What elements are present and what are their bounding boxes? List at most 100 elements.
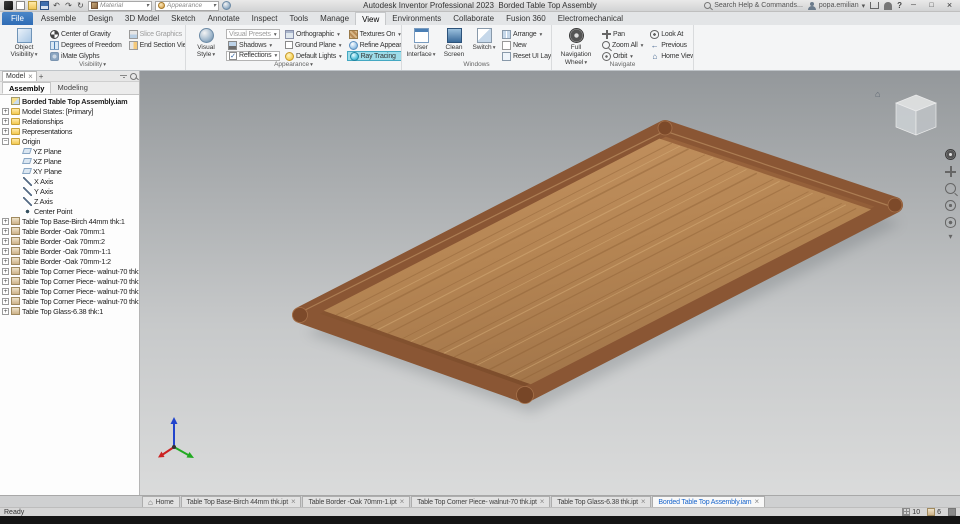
tree-expander[interactable]: +	[2, 277, 9, 285]
ribbon-tab-manage[interactable]: Manage	[314, 12, 355, 25]
look-at-button[interactable]: Look At	[648, 29, 693, 39]
help-search[interactable]: Search Help & Commands...	[704, 2, 803, 9]
minimize-button[interactable]	[907, 1, 920, 11]
ribbon-tab-environments[interactable]: Environments	[386, 12, 447, 25]
tree-expander[interactable]: +	[2, 237, 9, 245]
ribbon-tab-3d-model[interactable]: 3D Model	[119, 12, 165, 25]
ribbon-tab-view[interactable]: View	[355, 12, 387, 25]
shadows-button[interactable]: Shadows	[226, 40, 280, 50]
tree-node[interactable]: + Table Top Corner Piece- walnut-70 thk:1	[0, 266, 139, 276]
doc-tab-table-border-oak-70mm-1-ipt[interactable]: Table Border -Oak 70mm-1.ipt ×	[302, 496, 411, 507]
orbit-icon[interactable]	[945, 200, 956, 211]
arrange-button[interactable]: Arrange	[500, 29, 551, 39]
new-window-button[interactable]: New	[500, 40, 551, 50]
tree-node[interactable]: + Table Top Corner Piece- walnut-70 thk:4	[0, 296, 139, 306]
tree-node[interactable]: + Table Border -Oak 70mm-1:2	[0, 256, 139, 266]
tree-node[interactable]: Y Axis	[0, 186, 139, 196]
add-browser-tab-button[interactable]	[39, 72, 44, 81]
full-navigation-wheel-icon[interactable]	[945, 149, 956, 160]
tree-node[interactable]: XZ Plane	[0, 156, 139, 166]
doc-tab-table-top-corner-piece-walnut-70-thk-ipt[interactable]: Table Top Corner Piece- walnut-70 thk.ip…	[411, 496, 551, 507]
help-icon[interactable]	[897, 1, 902, 10]
filter-icon[interactable]	[120, 72, 127, 80]
tree-node[interactable]: Z Axis	[0, 196, 139, 206]
tree-node[interactable]: X Axis	[0, 176, 139, 186]
refine-appearance-button[interactable]: Refine Appearance	[347, 40, 401, 50]
previous-view-button[interactable]: Previous	[648, 40, 693, 50]
textures-on-button[interactable]: Textures On	[347, 29, 401, 39]
ribbon-tab-sketch[interactable]: Sketch	[165, 12, 201, 25]
tree-node[interactable]: + Table Border -Oak 70mm:1	[0, 226, 139, 236]
close-icon[interactable]: ×	[754, 498, 759, 506]
tab-assembly[interactable]: Assembly	[2, 82, 52, 94]
pan-button[interactable]: Pan	[600, 29, 645, 39]
material-combo[interactable]: Material	[88, 0, 152, 11]
zoom-icon[interactable]	[945, 183, 956, 194]
close-icon[interactable]: ×	[400, 498, 405, 506]
tree-expander[interactable]: +	[2, 107, 9, 115]
ribbon-tab-inspect[interactable]: Inspect	[246, 12, 284, 25]
panel-label-visibility[interactable]: Visibility	[0, 60, 185, 70]
visual-style-button[interactable]: Visual Style	[189, 27, 223, 61]
pan-icon[interactable]	[945, 166, 956, 177]
look-at-icon[interactable]	[945, 217, 956, 228]
close-icon[interactable]	[28, 72, 33, 81]
close-button[interactable]	[943, 1, 956, 11]
viewcube-home-icon[interactable]	[875, 89, 880, 99]
ground-plane-checkbox[interactable]	[285, 41, 293, 49]
reflections-checkbox[interactable]	[229, 51, 237, 60]
ribbon-tab-electromechanical[interactable]: Electromechanical	[552, 12, 629, 25]
tree-node[interactable]: YZ Plane	[0, 146, 139, 156]
new-file-icon[interactable]	[16, 1, 25, 10]
notification-icon[interactable]	[884, 1, 893, 10]
tree-expander[interactable]: +	[2, 227, 9, 235]
close-icon[interactable]: ×	[291, 498, 296, 506]
viewcube[interactable]	[888, 89, 944, 147]
search-icon[interactable]	[130, 72, 137, 80]
tree-expander[interactable]: −	[2, 137, 9, 145]
tree-node[interactable]: + Table Border -Oak 70mm:2	[0, 236, 139, 246]
viewport-3d[interactable]	[140, 71, 960, 495]
degrees-of-freedom-button[interactable]: Degrees of Freedom	[48, 40, 124, 50]
doc-tab-table-top-glass-6-38-thk-ipt[interactable]: Table Top Glass-6.38 thk.ipt ×	[551, 496, 652, 507]
tree-node[interactable]: − Origin	[0, 136, 139, 146]
visual-presets-combo[interactable]: Visual Presets	[226, 29, 280, 40]
clean-screen-button[interactable]: Clean Screen	[440, 27, 468, 61]
undo-icon[interactable]	[52, 1, 61, 10]
zoom-all-button[interactable]: Zoom All	[600, 40, 645, 50]
tree-expander[interactable]: +	[2, 267, 9, 275]
orthographic-button[interactable]: Orthographic	[283, 29, 344, 39]
store-icon[interactable]	[870, 2, 880, 9]
ribbon-tab-collaborate[interactable]: Collaborate	[447, 12, 500, 25]
ground-plane-toggle[interactable]: Ground Plane	[283, 40, 344, 50]
doc-tab-home[interactable]: ⌂ Home	[142, 496, 180, 507]
center-of-gravity-button[interactable]: Center of Gravity	[48, 29, 124, 39]
viewcube-cube[interactable]	[888, 89, 944, 147]
end-section-view-button[interactable]: End Section View	[127, 40, 185, 50]
slice-graphics-button[interactable]: Slice Graphics	[127, 29, 185, 39]
doc-tab-table-top-base-birch-44mm-thk-ipt[interactable]: Table Top Base-Birch 44mm thk.ipt ×	[180, 496, 302, 507]
open-file-icon[interactable]	[28, 1, 37, 10]
adjust-appearance-icon[interactable]	[222, 1, 231, 10]
tree-node[interactable]: + Relationships	[0, 116, 139, 126]
switch-button[interactable]: Switch	[471, 27, 497, 61]
ribbon-tab-tools[interactable]: Tools	[283, 12, 314, 25]
tree-expander[interactable]: +	[2, 247, 9, 255]
redo-icon[interactable]	[64, 1, 73, 10]
close-icon[interactable]: ×	[641, 498, 646, 506]
tree-node[interactable]: XY Plane	[0, 166, 139, 176]
ribbon-tab-fusion-360[interactable]: Fusion 360	[500, 12, 552, 25]
panel-label-navigate[interactable]: Navigate	[552, 60, 693, 70]
tab-modeling[interactable]: Modeling	[51, 82, 93, 94]
account-menu[interactable]: popa.emilian	[807, 1, 865, 10]
app-logo-icon[interactable]	[4, 1, 13, 10]
ribbon-tab-assemble[interactable]: Assemble	[35, 12, 82, 25]
user-interface-button[interactable]: User Interface	[405, 27, 437, 61]
tree-expander[interactable]: +	[2, 117, 9, 125]
tree-expander[interactable]: +	[2, 127, 9, 135]
full-navigation-wheel-button[interactable]: Full Navigation Wheel	[555, 27, 597, 66]
appearance-combo[interactable]: Appearance	[155, 0, 219, 11]
navbar-more-chevron-icon[interactable]	[945, 234, 956, 241]
tree-node[interactable]: + Model States: [Primary]	[0, 106, 139, 116]
tree-expander[interactable]: +	[2, 287, 9, 295]
